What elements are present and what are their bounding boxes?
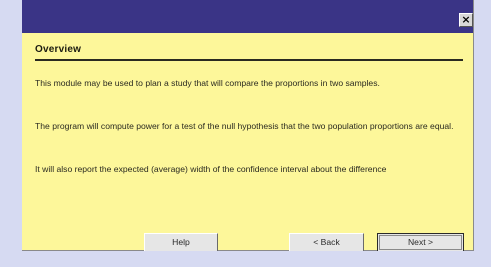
close-icon: × — [461, 13, 471, 26]
overview-paragraph-3: It will also report the expected (averag… — [35, 164, 387, 174]
background-strip — [0, 251, 491, 267]
next-button[interactable]: Next > — [377, 233, 464, 252]
wizard-dialog: × Overview This module may be used to pl… — [22, 0, 474, 252]
overview-paragraph-2: The program will compute power for a tes… — [35, 121, 454, 131]
title-bar: × — [22, 0, 473, 33]
back-button[interactable]: < Back — [289, 233, 364, 252]
overview-paragraph-1: This module may be used to plan a study … — [35, 78, 380, 88]
overview-heading: Overview — [35, 44, 82, 55]
close-button[interactable]: × — [459, 13, 473, 27]
heading-divider — [35, 59, 463, 61]
help-button[interactable]: Help — [144, 233, 218, 252]
